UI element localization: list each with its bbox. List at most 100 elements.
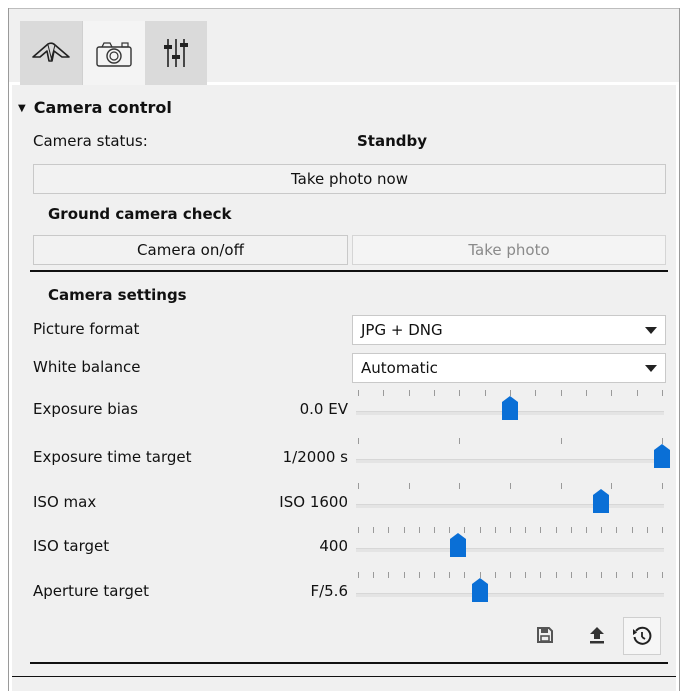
slider-tick xyxy=(358,390,359,396)
slider-tick xyxy=(662,390,663,396)
tab-bar xyxy=(9,9,679,85)
take-photo-now-button[interactable]: Take photo now xyxy=(33,164,666,194)
slider-tick xyxy=(408,390,410,396)
camera-control-title: Camera control xyxy=(33,98,172,117)
iso-max-value: ISO 1600 xyxy=(279,493,348,511)
slider-tick xyxy=(494,572,496,578)
slider-thumb[interactable] xyxy=(654,444,670,468)
slider-tick xyxy=(570,572,572,578)
tab-aircraft[interactable] xyxy=(20,21,82,85)
white-balance-select[interactable]: Automatic xyxy=(352,353,666,383)
slider-tick xyxy=(373,572,375,578)
exposure-time-target-slider[interactable] xyxy=(352,434,670,474)
save-icon xyxy=(537,627,553,643)
white-balance-value: Automatic xyxy=(361,359,438,377)
slider-tick xyxy=(388,527,390,533)
slider-tick xyxy=(616,527,618,533)
upload-button[interactable] xyxy=(580,618,614,652)
iso-target-value: 400 xyxy=(319,537,348,555)
slider-track[interactable] xyxy=(356,459,664,463)
camera-status-label: Camera status: xyxy=(33,132,148,150)
camera-onoff-button[interactable]: Camera on/off xyxy=(33,235,348,265)
picture-format-select[interactable]: JPG + DNG xyxy=(352,315,666,345)
slider-tick xyxy=(611,483,613,489)
slider-thumb[interactable] xyxy=(502,396,518,420)
slider-tick xyxy=(418,572,420,578)
slider-tick xyxy=(510,572,511,578)
tab-camera[interactable] xyxy=(82,21,146,85)
dropdown-arrow-icon xyxy=(645,327,657,334)
slider-tick xyxy=(631,572,633,578)
slider-tick xyxy=(434,390,435,396)
picture-format-label: Picture format xyxy=(33,320,140,338)
slider-track[interactable] xyxy=(356,593,664,597)
camera-status-value: Standby xyxy=(357,132,428,150)
slider-tick xyxy=(560,438,562,444)
slider-tick xyxy=(601,527,603,533)
slider-tick xyxy=(636,390,638,396)
slider-track[interactable] xyxy=(356,548,664,552)
slider-thumb[interactable] xyxy=(450,533,467,557)
aperture-target-label: Aperture target xyxy=(33,582,150,600)
slider-tick xyxy=(540,572,542,578)
slider-thumb[interactable] xyxy=(471,578,488,602)
slider-tick xyxy=(358,438,359,444)
footer-divider xyxy=(30,662,668,664)
slider-tick xyxy=(560,483,562,489)
picture-format-value: JPG + DNG xyxy=(361,321,443,339)
exposure-time-target-value: 1/2000 s xyxy=(282,448,348,466)
camera-icon xyxy=(96,42,132,67)
slider-thumb[interactable] xyxy=(593,489,610,513)
slider-tick xyxy=(510,527,511,533)
slider-tick xyxy=(616,572,618,578)
take-photo-button[interactable]: Take photo xyxy=(352,235,666,265)
slider-tick xyxy=(540,527,542,533)
slider-tick xyxy=(434,527,435,533)
exposure-bias-value: 0.0 EV xyxy=(299,400,348,418)
camera-settings-title: Camera settings xyxy=(48,286,187,304)
restore-icon xyxy=(633,626,652,645)
slider-tick xyxy=(464,572,466,578)
slider-track[interactable] xyxy=(356,504,664,508)
upload-icon xyxy=(590,627,604,644)
save-button[interactable] xyxy=(528,618,562,652)
iso-max-slider[interactable] xyxy=(352,479,668,519)
slider-tick xyxy=(586,390,587,396)
slider-tick xyxy=(358,572,359,578)
slider-tick xyxy=(459,438,461,444)
exposure-bias-slider[interactable] xyxy=(352,386,668,426)
exposure-bias-label: Exposure bias xyxy=(33,400,138,418)
slider-tick xyxy=(459,483,461,489)
slider-tick xyxy=(525,572,527,578)
window-frame-right xyxy=(679,8,680,691)
aperture-target-slider[interactable] xyxy=(352,568,668,608)
aircraft-icon xyxy=(32,42,70,62)
slider-tick xyxy=(662,483,663,489)
slider-tick xyxy=(555,572,557,578)
tab-settings[interactable] xyxy=(145,21,207,85)
slider-tick xyxy=(570,527,572,533)
slider-tick xyxy=(601,572,603,578)
slider-tick xyxy=(646,572,648,578)
restore-defaults-button[interactable] xyxy=(623,617,661,655)
section-divider xyxy=(30,270,668,272)
slider-tick xyxy=(418,527,420,533)
slider-tick xyxy=(358,483,359,489)
aperture-target-value: F/5.6 xyxy=(310,582,348,600)
slider-tick xyxy=(662,572,663,578)
slider-tick xyxy=(388,572,390,578)
camera-control-section-header[interactable]: ▼ Camera control xyxy=(18,98,172,117)
slider-tick xyxy=(479,527,481,533)
collapse-caret-icon[interactable]: ▼ xyxy=(18,103,26,114)
exposure-time-target-label: Exposure time target xyxy=(33,448,192,466)
slider-tick xyxy=(459,390,461,396)
slider-tick xyxy=(408,483,410,489)
slider-tick xyxy=(611,390,613,396)
dropdown-arrow-icon xyxy=(645,365,657,372)
slider-tick xyxy=(449,572,451,578)
iso-target-slider[interactable] xyxy=(352,523,668,563)
ground-camera-check-title: Ground camera check xyxy=(48,205,232,223)
slider-tick xyxy=(555,527,557,533)
slider-tick xyxy=(434,572,435,578)
slider-tick xyxy=(484,390,486,396)
